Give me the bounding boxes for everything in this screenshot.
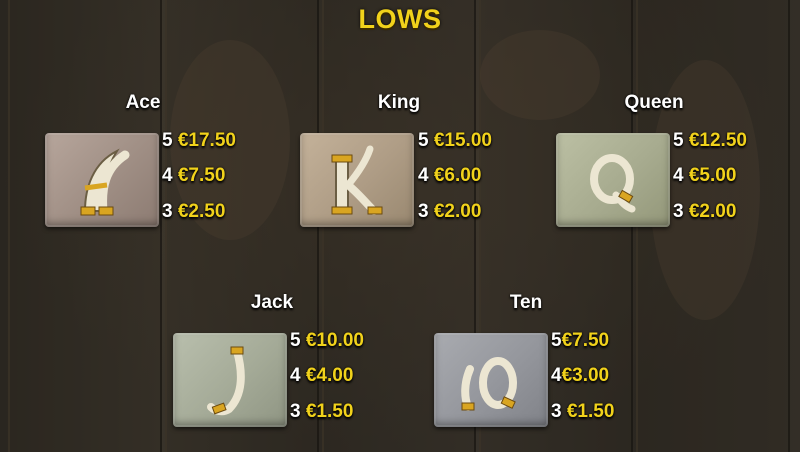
payout-amount: €12.50 xyxy=(688,130,747,151)
paytable-row: 5 €15.00 xyxy=(418,130,492,152)
queen-symbol-tile xyxy=(556,133,670,227)
paytable-row: 4 €5.00 xyxy=(673,165,736,187)
paytable-row: 4 €6.00 xyxy=(418,165,481,187)
ten-tusk-icon xyxy=(461,357,517,411)
symbol-name-queen: Queen xyxy=(624,92,684,113)
jack-tusk-icon xyxy=(207,346,245,416)
symbol-name-ace: Ace xyxy=(125,92,161,113)
payout-amount: €2.50 xyxy=(177,201,226,222)
match-count: 4 xyxy=(673,165,684,186)
match-count: 3 xyxy=(418,201,429,222)
paytable-row: 3 €2.00 xyxy=(673,201,736,223)
payout-amount: €3.00 xyxy=(561,365,610,386)
match-count: 5 xyxy=(162,130,173,151)
match-count: 5 xyxy=(551,330,562,351)
payout-amount: €10.00 xyxy=(305,330,364,351)
jack-symbol-tile xyxy=(173,333,287,427)
symbol-name-ten: Ten xyxy=(509,292,543,313)
paytable-row: 3 €1.50 xyxy=(551,401,614,423)
match-count: 4 xyxy=(551,365,562,386)
payout-amount: €7.50 xyxy=(177,165,226,186)
ace-symbol-tile xyxy=(45,133,159,227)
payout-amount: €2.00 xyxy=(688,201,737,222)
paytable-row: 5 €17.50 xyxy=(162,130,236,152)
payout-amount: €6.00 xyxy=(433,165,482,186)
match-count: 3 xyxy=(162,201,173,222)
background-figure xyxy=(480,30,600,120)
payout-amount: €4.00 xyxy=(305,365,354,386)
paytable-row: 5 €12.50 xyxy=(673,130,747,152)
payout-amount: €15.00 xyxy=(433,130,492,151)
match-count: 4 xyxy=(290,365,301,386)
match-count: 5 xyxy=(290,330,301,351)
paytable-row: 5€7.50 xyxy=(551,330,609,352)
payout-amount: €5.00 xyxy=(688,165,737,186)
symbol-name-king: King xyxy=(377,92,421,113)
match-count: 4 xyxy=(162,165,173,186)
payout-amount: €7.50 xyxy=(561,330,610,351)
match-count: 5 xyxy=(673,130,684,151)
payout-amount: €2.00 xyxy=(433,201,482,222)
payout-amount: €17.50 xyxy=(177,130,236,151)
payout-amount: €1.50 xyxy=(305,401,354,422)
page-title: LOWS xyxy=(358,4,442,34)
paytable-row: 5 €10.00 xyxy=(290,330,364,352)
match-count: 3 xyxy=(551,401,562,422)
match-count: 5 xyxy=(418,130,429,151)
paytable-row: 3 €2.00 xyxy=(418,201,481,223)
king-symbol-tile xyxy=(300,133,414,227)
paytable-row: 4 €7.50 xyxy=(162,165,225,187)
payout-amount: €1.50 xyxy=(566,401,615,422)
queen-tusk-icon xyxy=(590,154,636,213)
match-count: 3 xyxy=(673,201,684,222)
match-count: 3 xyxy=(290,401,301,422)
king-tusk-icon xyxy=(331,145,383,215)
paytable-row: 3 €2.50 xyxy=(162,201,225,223)
paytable-row: 3 €1.50 xyxy=(290,401,353,423)
ace-tusk-icon xyxy=(80,148,130,216)
symbol-name-jack: Jack xyxy=(250,292,294,313)
ten-symbol-tile xyxy=(434,333,548,427)
paytable-row: 4 €4.00 xyxy=(290,365,353,387)
paytable-row: 4€3.00 xyxy=(551,365,609,387)
match-count: 4 xyxy=(418,165,429,186)
